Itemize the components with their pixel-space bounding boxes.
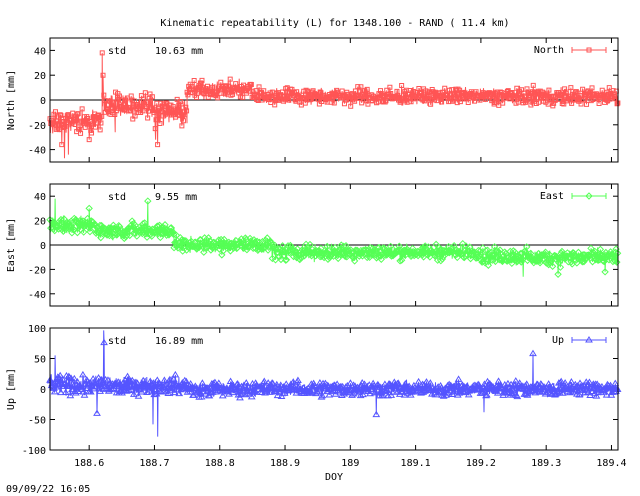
y-tick-label: -40	[28, 290, 46, 301]
stat-label: std	[108, 46, 126, 57]
panel-east: -40 -20 0 20 40 East [mm] std 9.55 mm East	[6, 183, 622, 307]
x-tick-label: 189.4	[596, 458, 626, 469]
stat-value: 16.89 mm	[155, 336, 203, 347]
y-tick-label: 20	[34, 71, 46, 82]
y-tick-label: 100	[28, 324, 46, 335]
stat-value: 10.63 mm	[155, 46, 203, 57]
legend-label: East	[540, 191, 564, 202]
x-tick-label: 188.8	[205, 458, 235, 469]
y-axis-label: North [mm]	[6, 70, 17, 130]
y-tick-label: 0	[40, 385, 46, 396]
y-tick-label: -40	[28, 146, 46, 157]
x-tick-label: 189.2	[466, 458, 496, 469]
x-tick-label: 189.3	[531, 458, 561, 469]
figure: Kinematic repeatability (L) for 1348.100…	[6, 18, 627, 495]
legend-label: Up	[552, 335, 564, 346]
x-axis-label: DOY	[325, 472, 343, 483]
panel-north: -40 -20 0 20 40 North [mm] std 10.63 mm North	[6, 37, 621, 163]
y-tick-label: 20	[34, 217, 46, 228]
y-tick-label: -100	[22, 446, 46, 457]
stat-label: std	[108, 336, 126, 347]
stat-label: std	[108, 192, 126, 203]
timestamp: 09/09/22 16:05	[6, 484, 90, 495]
x-tick-label: 188.9	[270, 458, 300, 469]
stat-value: 9.55 mm	[155, 192, 197, 203]
x-tick-label: 189.1	[401, 458, 431, 469]
y-tick-label: -50	[28, 416, 46, 427]
legend-label: North	[534, 45, 564, 56]
x-tick-label: 188.7	[139, 458, 169, 469]
y-tick-label: 0	[40, 241, 46, 252]
y-tick-label: 40	[34, 192, 46, 203]
panel-up: -100 -50 0 50 100 188.6 188.7 188.8 188.9 189 189.…	[6, 324, 627, 483]
panels: -40-2002040North [mm]std 10.63 mm North-40…	[6, 37, 627, 483]
y-axis-label: Up [mm]	[6, 368, 17, 410]
y-tick-label: 50	[34, 355, 46, 366]
y-tick-label: -20	[28, 121, 46, 132]
chart-title: Kinematic repeatability (L) for 1348.100…	[160, 18, 509, 29]
y-tick-label: 0	[40, 96, 46, 107]
y-tick-label: 40	[34, 46, 46, 57]
x-tick-label: 189	[341, 458, 359, 469]
y-axis-label: East [mm]	[6, 218, 17, 272]
y-tick-label: -20	[28, 265, 46, 276]
x-tick-label: 188.6	[74, 458, 104, 469]
